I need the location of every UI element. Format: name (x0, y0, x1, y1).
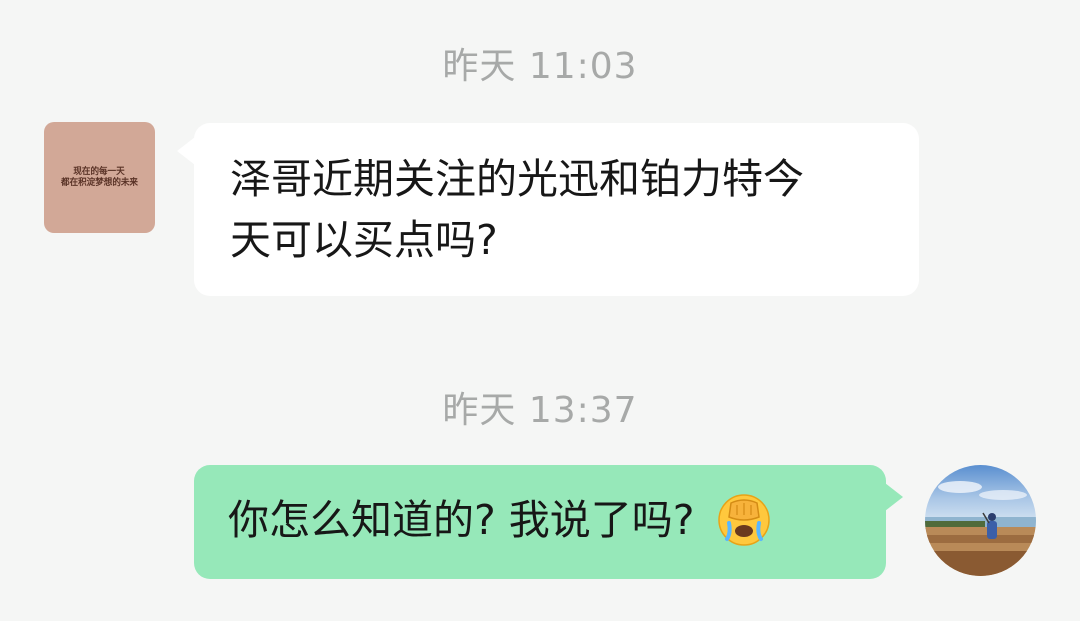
avatar-text-line2: 都在积淀梦想的未来 (61, 177, 138, 188)
contact-avatar[interactable]: 现在的每一天 都在积淀梦想的未来 (44, 122, 155, 233)
incoming-message-bubble[interactable]: 泽哥近期关注的光迅和铂力特今 天可以买点吗? (177, 123, 919, 296)
message-text-line: 天可以买点吗? (230, 216, 498, 264)
message-text-line: 泽哥近期关注的光迅和铂力特今 (230, 155, 804, 203)
message-text: 你怎么知道的? 我说了吗? (228, 496, 695, 544)
timestamp: 昨天 13:37 (442, 390, 638, 431)
face-palm-crying-emoji-icon (717, 493, 771, 547)
timestamp: 昨天 11:03 (442, 46, 638, 87)
user-avatar[interactable] (925, 465, 1036, 576)
outgoing-message-bubble[interactable]: 你怎么知道的? 我说了吗? (194, 465, 903, 579)
avatar-text-line1: 现在的每一天 (73, 166, 126, 177)
